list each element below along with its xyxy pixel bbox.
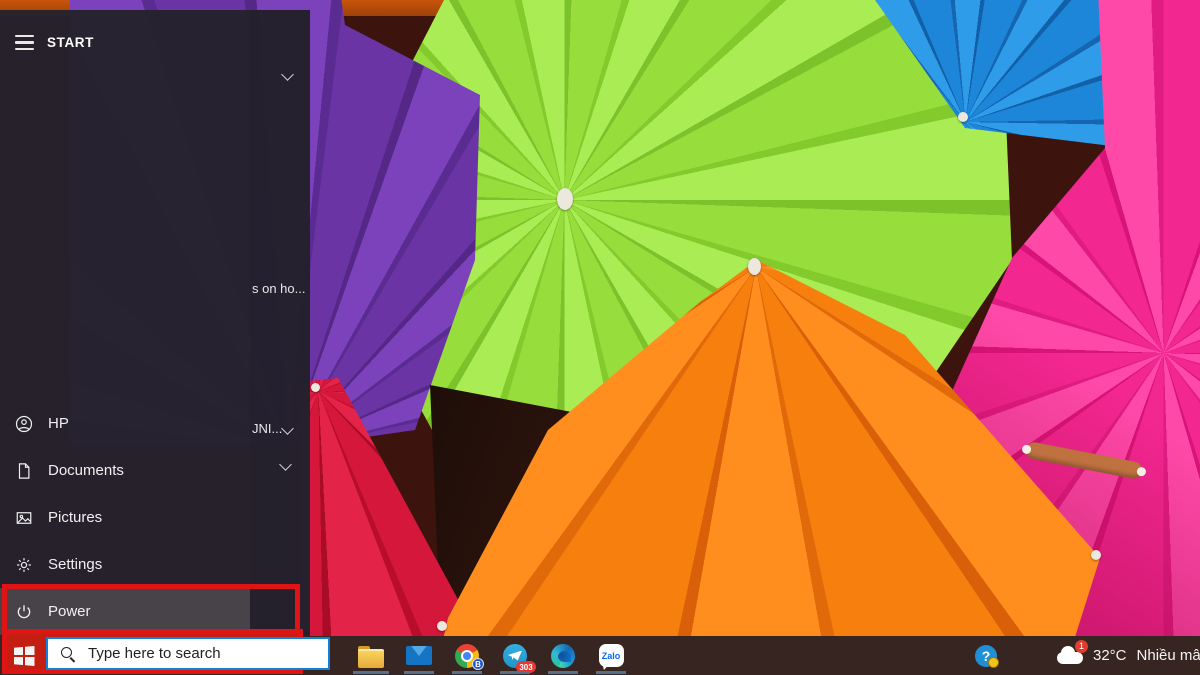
umbrella-rib-tip [311,383,320,392]
umbrella-ferrule [958,112,968,122]
gear-icon [15,556,33,574]
menu-item-label: Power [48,603,91,620]
start-menu-header: START [15,35,94,50]
weather-temperature: 32°C [1093,647,1127,664]
file-explorer-icon [358,646,384,666]
taskbar-app-mail[interactable] [406,636,432,675]
menu-item-label: Documents [48,462,124,479]
open-app-indicator [548,671,578,674]
mail-icon [406,646,432,665]
search-icon [60,646,76,662]
desktop-screen: START s on ho... JNI... HP Documents Pic… [0,0,1200,675]
weather-notification-badge: 1 [1075,640,1088,653]
weather-widget[interactable]: 1 32°C Nhiều mây [1055,646,1200,666]
menu-item-label: Settings [48,556,102,573]
open-app-indicator [404,671,434,674]
zalo-icon: Zalo [599,644,624,667]
weather-text: 32°C Nhiều mây [1093,647,1200,664]
picture-icon [15,509,33,527]
open-app-indicator [452,671,482,674]
hamburger-menu-icon[interactable] [15,35,34,50]
edge-icon [551,644,575,668]
umbrella-ferrule [748,258,761,275]
start-menu-title: START [47,35,94,50]
start-menu-item-settings[interactable]: Settings [0,541,250,588]
menu-item-label: Pictures [48,509,102,526]
tile-group-label-truncated: JNI... [252,421,282,436]
start-button[interactable] [9,641,39,671]
taskbar-app-icons: B 303 Zalo [358,636,624,675]
umbrella-ferrule [557,188,573,210]
windows-logo-icon [14,646,35,666]
taskbar-app-zalo[interactable]: Zalo [598,636,624,675]
umbrella-rib-tip [437,621,447,631]
start-menu-item-power[interactable]: Power [0,588,250,635]
open-app-indicator [353,671,389,674]
start-menu-item-user[interactable]: HP [0,400,250,447]
umbrella-rib-tip [1091,550,1101,560]
taskbar-search-box[interactable] [46,637,330,670]
start-menu-tiles-strip [250,10,310,636]
taskbar-tray: ? 1 32°C Nhiều mây [975,636,1200,675]
taskbar-app-edge[interactable] [550,636,576,675]
user-icon [15,415,33,433]
chrome-badge: B [472,658,484,670]
start-menu-item-pictures[interactable]: Pictures [0,494,250,541]
open-app-indicator [500,671,530,674]
taskbar-app-telegram[interactable]: 303 [502,636,528,675]
taskbar-app-chrome[interactable]: B [454,636,480,675]
start-menu-panel: START s on ho... JNI... HP Documents Pic… [0,10,310,636]
weather-condition: Nhiều mây [1137,647,1200,664]
cloud-icon: 1 [1055,646,1085,666]
search-input[interactable] [86,644,286,663]
start-menu-item-documents[interactable]: Documents [0,447,250,494]
open-app-indicator [596,671,626,674]
taskbar-app-file-explorer[interactable] [358,636,384,675]
tile-group-label-truncated: s on ho... [252,281,305,296]
power-icon [15,603,33,621]
help-icon[interactable]: ? [975,645,997,667]
document-icon [15,462,33,480]
menu-item-label: HP [48,415,69,432]
